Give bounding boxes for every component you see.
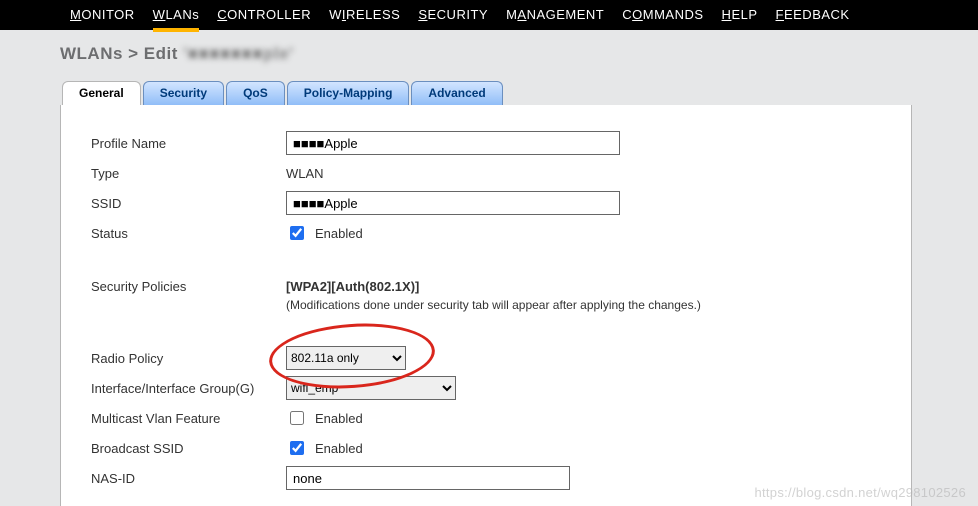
status-enabled-text: Enabled — [315, 226, 363, 241]
label-multicast-vlan: Multicast Vlan Feature — [91, 411, 286, 426]
label-broadcast-ssid: Broadcast SSID — [91, 441, 286, 456]
status-checkbox[interactable] — [290, 226, 304, 240]
nav-monitor[interactable]: MONITOR — [70, 7, 135, 24]
nav-security[interactable]: SECURITY — [418, 7, 488, 24]
label-radio-policy: Radio Policy — [91, 351, 286, 366]
value-security-policies: [WPA2][Auth(802.1X)] — [286, 279, 701, 294]
profile-name-input[interactable] — [286, 131, 620, 155]
multicast-enabled-text: Enabled — [315, 411, 363, 426]
nav-commands[interactable]: COMMANDS — [622, 7, 703, 24]
interface-group-select[interactable]: wifi_emp — [286, 376, 456, 400]
label-status: Status — [91, 226, 286, 241]
nav-controller[interactable]: CONTROLLER — [217, 7, 311, 24]
note-security-policies: (Modifications done under security tab w… — [286, 298, 701, 312]
label-security-policies: Security Policies — [91, 279, 286, 294]
page-title: WLANs > Edit '■■■■■■■ple' — [60, 44, 978, 64]
ssid-input[interactable] — [286, 191, 620, 215]
top-nav: MONITOR WLANs CONTROLLER WIRELESS SECURI… — [0, 0, 978, 30]
broadcast-ssid-checkbox[interactable] — [290, 441, 304, 455]
tab-policy-mapping[interactable]: Policy-Mapping — [287, 81, 410, 106]
nav-feedback[interactable]: FEEDBACK — [776, 7, 850, 24]
nav-help[interactable]: HELP — [722, 7, 758, 24]
label-type: Type — [91, 166, 286, 181]
label-profile-name: Profile Name — [91, 136, 286, 151]
nav-wlans[interactable]: WLANs — [153, 7, 200, 24]
nas-id-input[interactable] — [286, 466, 570, 490]
label-interface-group: Interface/Interface Group(G) — [91, 381, 286, 396]
radio-policy-select[interactable]: 802.11a only — [286, 346, 406, 370]
broadcast-enabled-text: Enabled — [315, 441, 363, 456]
tab-advanced[interactable]: Advanced — [411, 81, 502, 106]
value-type: WLAN — [286, 166, 324, 181]
tab-qos[interactable]: QoS — [226, 81, 285, 106]
label-nas-id: NAS-ID — [91, 471, 286, 486]
tab-general[interactable]: General — [62, 81, 141, 106]
tab-security[interactable]: Security — [143, 81, 224, 106]
tab-bar: General Security QoS Policy-Mapping Adva… — [62, 81, 978, 106]
tab-panel-general: Profile Name Type WLAN SSID Status — [60, 105, 912, 506]
nav-management[interactable]: MANAGEMENT — [506, 7, 604, 24]
label-ssid: SSID — [91, 196, 286, 211]
multicast-vlan-checkbox[interactable] — [290, 411, 304, 425]
nav-wireless[interactable]: WIRELESS — [329, 7, 400, 24]
